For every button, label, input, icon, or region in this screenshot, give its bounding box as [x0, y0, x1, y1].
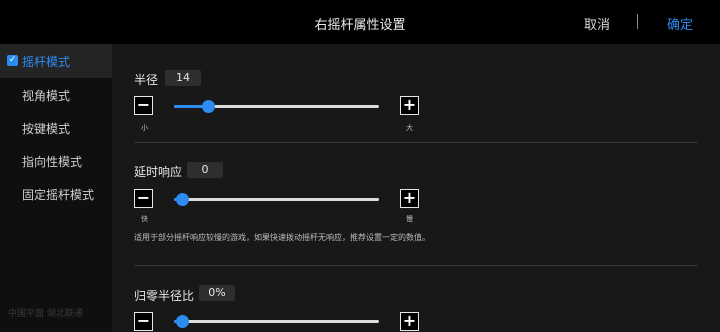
confirm-button[interactable]: 确定 — [667, 14, 693, 33]
minus-icon: − — [136, 95, 151, 114]
checkbox-checked-icon: ✓ — [7, 55, 18, 66]
plus-icon: + — [402, 188, 417, 207]
delay-slider-thumb[interactable] — [176, 193, 189, 206]
delay-help-text: 适用于部分摇杆响应较慢的游戏，如果快速拨动摇杆无响应，推荐设置一定的数值。 — [134, 233, 430, 242]
reset-radius-increase-button[interactable]: + — [400, 312, 419, 331]
delay-slider[interactable] — [174, 193, 379, 206]
radius-slider-thumb[interactable] — [202, 100, 215, 113]
reset-radius-decrease-button[interactable]: − — [134, 312, 153, 331]
section-divider — [134, 265, 698, 266]
sidebar-item-label: 视角模式 — [22, 89, 71, 103]
delay-label: 延时响应 — [134, 165, 183, 179]
sidebar-item-label: 指向性模式 — [22, 155, 83, 169]
reset-radius-slider-thumb[interactable] — [176, 315, 189, 328]
header-divider — [637, 14, 638, 29]
plus-icon: + — [402, 95, 417, 114]
sidebar-item-key-mode[interactable]: 按键模式 — [0, 111, 112, 145]
cancel-button[interactable]: 取消 — [584, 14, 610, 33]
radius-increase-button[interactable]: + — [400, 96, 419, 115]
page-title: 右摇杆属性设置 — [314, 18, 406, 33]
sidebar-item-label: 固定摇杆模式 — [22, 188, 95, 202]
top-bar: 右摇杆属性设置 取消 确定 — [0, 0, 720, 45]
mode-sidebar: ✓ 摇杆模式 视角模式 按键模式 指向性模式 固定摇杆模式 中国平面 湖北联通 — [0, 44, 112, 332]
settings-panel: 半径 14 − + 小 大 延时响应 0 − + 快 慢 适用于部分摇杆响应较慢… — [112, 44, 720, 332]
sidebar-item-directional-mode[interactable]: 指向性模式 — [0, 144, 112, 178]
section-divider — [134, 142, 698, 143]
faded-watermark-text: 中国平面 湖北联通 — [8, 309, 83, 319]
radius-min-label: 小 — [141, 124, 148, 132]
radius-decrease-button[interactable]: − — [134, 96, 153, 115]
minus-icon: − — [136, 188, 151, 207]
delay-max-label: 慢 — [406, 215, 413, 223]
minus-icon: − — [136, 311, 151, 330]
delay-min-label: 快 — [141, 215, 148, 223]
sidebar-item-view-mode[interactable]: 视角模式 — [0, 78, 112, 112]
sidebar-item-label: 摇杆模式 — [22, 55, 71, 69]
radius-slider[interactable] — [174, 100, 379, 113]
radius-label: 半径 — [134, 73, 159, 87]
reset-radius-slider[interactable] — [174, 315, 379, 328]
delay-decrease-button[interactable]: − — [134, 189, 153, 208]
reset-radius-value: 0% — [199, 285, 235, 301]
sidebar-item-label: 按键模式 — [22, 122, 71, 136]
delay-increase-button[interactable]: + — [400, 189, 419, 208]
delay-value: 0 — [187, 162, 223, 178]
reset-radius-label: 归零半径比 — [134, 289, 195, 303]
radius-max-label: 大 — [406, 124, 413, 132]
sidebar-item-joystick-mode[interactable]: ✓ 摇杆模式 — [0, 44, 112, 78]
plus-icon: + — [402, 311, 417, 330]
radius-value: 14 — [165, 70, 201, 86]
sidebar-item-fixed-joystick-mode[interactable]: 固定摇杆模式 — [0, 177, 112, 211]
